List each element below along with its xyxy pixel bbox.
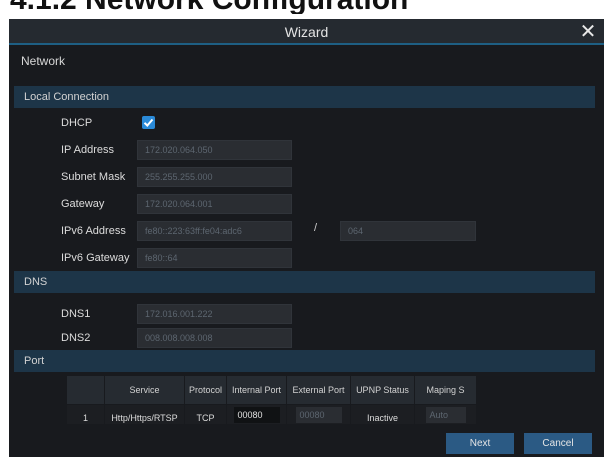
ipv6-address-field[interactable]: fe80::223:63ff:fe04:adc6 [137, 221, 292, 241]
row-service: Http/Https/RTSP [104, 404, 185, 425]
row-index: 1 [66, 404, 105, 425]
dialog-footer: Next Cancel [9, 428, 604, 457]
dialog-title: Wizard [284, 24, 329, 40]
ip-address-label: IP Address [61, 144, 114, 156]
column-header-service: Service [104, 375, 185, 405]
column-header-protocol: Protocol [184, 375, 227, 405]
column-header-mapping: Maping S [414, 375, 477, 405]
internal-port-input[interactable]: 00080 [233, 407, 280, 423]
row-internal-port-cell: 00080 [226, 404, 287, 425]
local-connection-header: Local Connection [14, 86, 595, 108]
column-header-external-port: External Port [286, 375, 351, 405]
dns-header: DNS [14, 271, 595, 293]
port-header: Port [14, 350, 595, 372]
dns1-label: DNS1 [61, 308, 91, 320]
port-table-header-row: Service Protocol Internal Port External … [66, 375, 477, 405]
ipv6-prefix-separator: / [314, 222, 318, 234]
cancel-button[interactable]: Cancel [524, 433, 592, 454]
ipv6-gateway-label: IPv6 Gateway [61, 252, 130, 264]
external-port-input[interactable]: 00080 [295, 407, 342, 423]
column-header-index [66, 375, 105, 405]
row-external-port-cell: 00080 [286, 404, 351, 425]
wizard-dialog: Wizard ✕ Network Local Connection DHCP I… [9, 19, 604, 457]
column-header-upnp-status: UPNP Status [350, 375, 415, 405]
ip-address-field[interactable]: 172.020.064.050 [137, 140, 292, 160]
dhcp-checkbox[interactable] [142, 116, 155, 129]
mapping-select[interactable]: Auto [425, 407, 466, 423]
subnet-mask-field[interactable]: 255.255.255.000 [137, 167, 292, 187]
page-heading: 4.1.2 Network Configuration [0, 0, 604, 14]
row-upnp-status: Inactive [350, 404, 415, 425]
ipv6-gateway-field[interactable]: fe80::64 [137, 248, 292, 268]
dns2-field[interactable]: 008.008.008.008 [137, 328, 292, 348]
column-header-internal-port: Internal Port [226, 375, 287, 405]
ipv6-prefix-field[interactable]: 064 [340, 221, 476, 241]
gateway-label: Gateway [61, 198, 105, 210]
gateway-field[interactable]: 172.020.064.001 [137, 194, 292, 214]
port-table: Service Protocol Internal Port External … [66, 375, 477, 425]
dns1-field[interactable]: 172.016.001.222 [137, 304, 292, 324]
ipv6-address-label: IPv6 Address [61, 225, 126, 237]
dialog-titlebar: Wizard ✕ [9, 19, 604, 45]
close-icon[interactable]: ✕ [578, 19, 598, 45]
row-mapping-cell: Auto [414, 404, 477, 425]
row-protocol: TCP [184, 404, 227, 425]
subnet-mask-label: Subnet Mask [61, 171, 126, 183]
dhcp-label: DHCP [61, 117, 93, 129]
dns2-label: DNS2 [61, 332, 91, 344]
checkmark-icon [143, 118, 154, 127]
section-title-network: Network [21, 54, 66, 68]
table-row: 1 Http/Https/RTSP TCP 00080 00080 Inacti… [66, 404, 477, 425]
next-button[interactable]: Next [446, 433, 514, 454]
